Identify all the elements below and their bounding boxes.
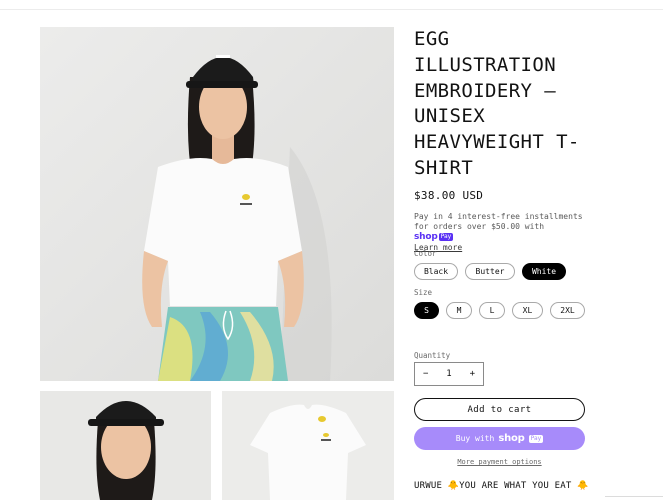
product-main-image[interactable]: [40, 27, 394, 381]
flat-tee-illustration: [222, 391, 394, 500]
size-options: S M L XL 2XL: [414, 302, 586, 319]
product-description: URWUE 🐥YOU ARE WHAT YOU EAT 🐥: [414, 481, 589, 491]
product-thumbnail-tee[interactable]: [222, 391, 394, 500]
more-payment-options-link[interactable]: More payment options: [414, 458, 585, 466]
size-option-s[interactable]: S: [414, 302, 439, 319]
installments-message: Pay in 4 interest-free installments for …: [414, 212, 586, 253]
product-title: EGG ILLUSTRATION EMBROIDERY — UNISEX HEA…: [414, 28, 580, 179]
bottom-edge-divider: [605, 496, 663, 497]
shop-pay-word: shop: [414, 232, 438, 242]
quantity-increase-button[interactable]: +: [470, 369, 475, 379]
size-option-m[interactable]: M: [446, 302, 472, 319]
color-option-butter[interactable]: Butter: [465, 263, 515, 280]
color-options: Black Butter White: [414, 263, 586, 280]
quantity-stepper: − 1 +: [414, 362, 484, 386]
shop-pay-logo: shop Pay: [414, 232, 454, 242]
size-option-xl[interactable]: XL: [512, 302, 543, 319]
product-price: $38.00 USD: [414, 189, 484, 202]
shop-pay-button-pay: Pay: [528, 434, 544, 443]
model-closeup-illustration: [40, 391, 211, 500]
quantity-input[interactable]: 1: [446, 369, 451, 379]
model-wearing-tee-illustration: [40, 27, 394, 381]
product-thumbnail-model[interactable]: [40, 391, 211, 500]
color-option-black[interactable]: Black: [414, 263, 458, 280]
size-label: Size: [414, 288, 433, 297]
quantity-decrease-button[interactable]: −: [423, 369, 428, 379]
shop-pay-button-word: shop: [498, 433, 525, 444]
buy-with-label: Buy with: [455, 434, 495, 443]
buy-with-shop-pay-button[interactable]: Buy with shop Pay: [414, 427, 585, 450]
color-label: Color: [414, 249, 437, 258]
size-option-l[interactable]: L: [479, 302, 505, 319]
product-info: EGG ILLUSTRATION EMBROIDERY — UNISEX HEA…: [414, 27, 588, 491]
shop-pay-pay: Pay: [438, 233, 454, 241]
installments-text: Pay in 4 interest-free installments for …: [414, 212, 583, 231]
size-option-2xl[interactable]: 2XL: [550, 302, 585, 319]
color-option-white[interactable]: White: [522, 263, 566, 280]
add-to-cart-button[interactable]: Add to cart: [414, 398, 585, 421]
quantity-label: Quantity: [414, 351, 451, 360]
header-divider: [0, 9, 663, 10]
